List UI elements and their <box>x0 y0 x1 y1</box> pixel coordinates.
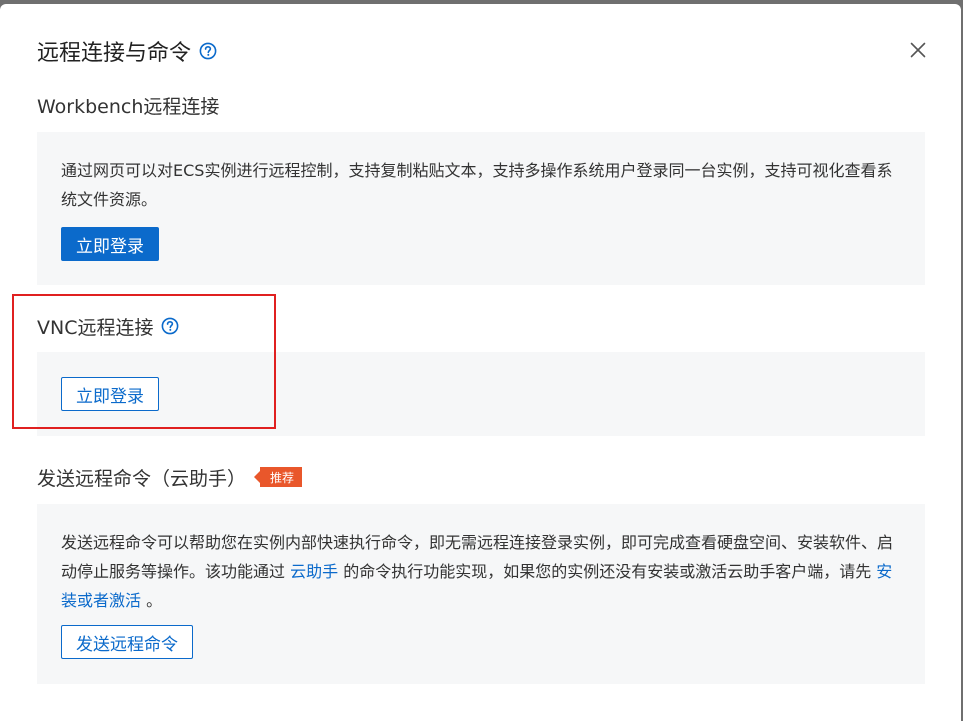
dialog-title: 远程连接与命令 <box>37 34 217 68</box>
desc-text-3: 。 <box>141 591 163 610</box>
cloud-assistant-panel: 发送远程命令可以帮助您在实例内部快速执行命令，即无需远程连接登录实例，即可完成查… <box>37 504 925 684</box>
workbench-login-button[interactable]: 立即登录 <box>61 227 159 261</box>
recommended-badge: 推荐 <box>254 467 303 487</box>
vnc-section-title-text: VNC远程连接 <box>37 316 154 339</box>
cloud-assistant-description: 发送远程命令可以帮助您在实例内部快速执行命令，即无需远程连接登录实例，即可完成查… <box>61 528 905 615</box>
vnc-login-button[interactable]: 立即登录 <box>61 377 159 411</box>
question-circle-icon[interactable] <box>199 42 217 60</box>
question-circle-icon[interactable] <box>161 317 179 335</box>
workbench-description: 通过网页可以对ECS实例进行远程控制，支持复制粘贴文本，支持多操作系统用户登录同… <box>61 161 893 209</box>
send-remote-command-button[interactable]: 发送远程命令 <box>61 625 193 659</box>
dialog-title-text: 远程连接与命令 <box>37 41 192 66</box>
close-button[interactable] <box>904 38 932 66</box>
desc-text-2: 的命令执行功能实现，如果您的实例还没有安装或激活云助手客户端，请先 <box>338 562 877 581</box>
vnc-panel: 立即登录 <box>37 352 925 436</box>
workbench-panel: 通过网页可以对ECS实例进行远程控制，支持复制粘贴文本，支持多操作系统用户登录同… <box>37 132 925 285</box>
cloud-assistant-link[interactable]: 云助手 <box>290 562 338 581</box>
cloud-assistant-title-text: 发送远程命令（云助手） <box>37 467 247 490</box>
workbench-section-title: Workbench远程连接 <box>37 95 220 118</box>
close-icon <box>910 42 926 62</box>
remote-connection-dialog: 远程连接与命令 Workbench远程连接 通过网页可以对ECS实例进行远程控制… <box>0 4 961 721</box>
cloud-assistant-section-title: 发送远程命令（云助手） 推荐 <box>37 462 303 492</box>
vnc-section-title: VNC远程连接 <box>37 311 179 341</box>
